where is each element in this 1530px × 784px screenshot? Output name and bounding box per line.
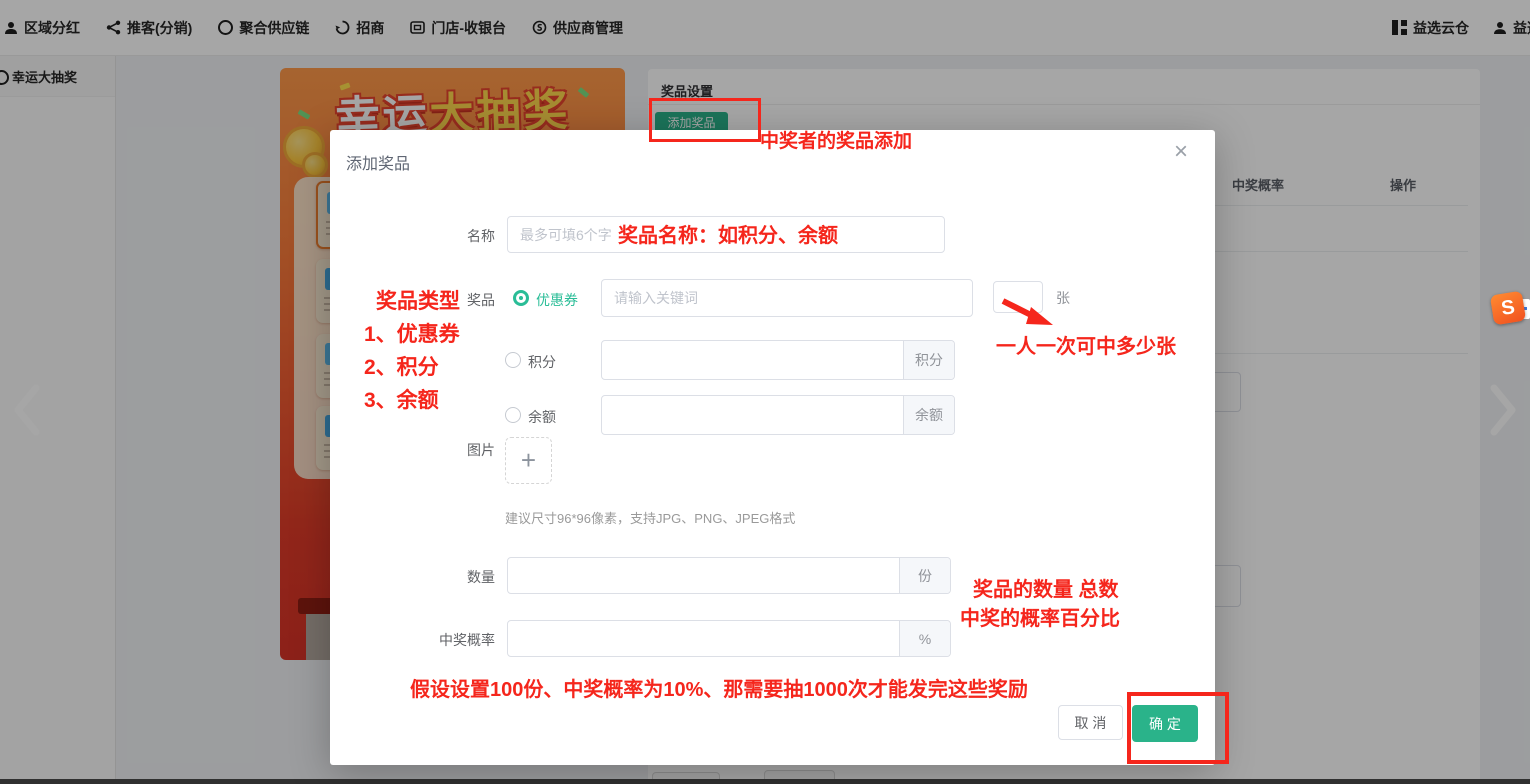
balance-input-group: 余额 [601, 395, 955, 435]
probability-label: 中奖概率 [335, 630, 495, 650]
points-input-group: 积分 [601, 340, 955, 380]
annotation-add-note: 中奖者的奖品添加 [760, 126, 912, 153]
radio-points-label[interactable]: 积分 [528, 352, 556, 372]
annotation-bottom-note: 假设设置100份、中奖概率为10%、那需要抽1000次才能发完这些奖励 [410, 673, 1028, 702]
probability-input-group: % [507, 620, 951, 657]
close-icon[interactable]: × [1174, 140, 1188, 164]
radio-points[interactable] [505, 352, 521, 368]
coupon-keyword-input[interactable] [601, 279, 973, 317]
quantity-label: 数量 [335, 567, 495, 587]
points-input[interactable] [602, 341, 906, 379]
annotation-type-line3: 3、余额 [364, 384, 439, 414]
annotation-count-note: 一人一次可中多少张 [996, 330, 1176, 359]
balance-suffix: 余额 [903, 396, 954, 434]
quantity-suffix: 份 [899, 558, 950, 593]
plus-icon: + [521, 445, 536, 476]
image-hint: 建议尺寸96*96像素，支持JPG、PNG、JPEG格式 [505, 508, 795, 527]
annotation-name-note: 奖品名称：如积分、余额 [618, 219, 838, 248]
radio-coupon[interactable] [513, 290, 529, 306]
probability-suffix: % [899, 621, 950, 656]
annotation-rect-add-button [649, 98, 761, 142]
balance-input[interactable] [602, 396, 906, 434]
name-label: 名称 [335, 226, 495, 246]
screenshot-tool-widget[interactable]: S [1490, 291, 1526, 326]
quantity-input[interactable] [508, 558, 902, 593]
annotation-quantity-note: 奖品的数量 总数 [973, 573, 1119, 602]
radio-coupon-label[interactable]: 优惠券 [536, 290, 578, 310]
radio-balance-label[interactable]: 余额 [528, 407, 556, 427]
cancel-button[interactable]: 取 消 [1058, 705, 1123, 740]
image-label: 图片 [335, 440, 495, 460]
annotation-type-line1: 1、优惠券 [364, 318, 460, 348]
app-screen: 区域分红 推客(分销) 聚合供应链 招商 门店-收银台 供应商管理 [0, 0, 1530, 784]
radio-balance[interactable] [505, 407, 521, 423]
s-logo-icon: S [1500, 296, 1517, 321]
annotation-type-title: 奖品类型 [376, 285, 460, 315]
probability-input[interactable] [508, 621, 902, 656]
dialog-title: 添加奖品 [346, 150, 410, 174]
annotation-rect-confirm [1127, 692, 1229, 764]
annotation-type-line2: 2、积分 [364, 351, 439, 381]
image-upload-button[interactable]: + [505, 437, 552, 484]
quantity-input-group: 份 [507, 557, 951, 594]
points-suffix: 积分 [903, 341, 954, 379]
annotation-probability-note: 中奖的概率百分比 [960, 602, 1120, 631]
